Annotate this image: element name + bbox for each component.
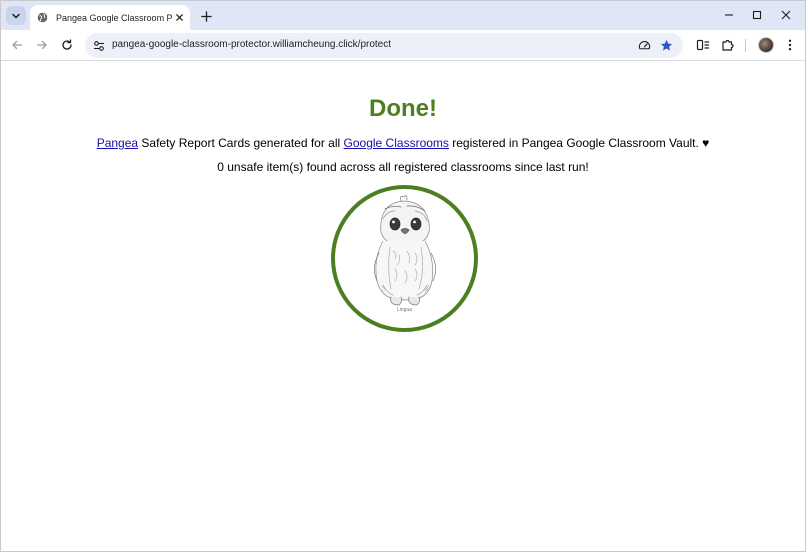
tab-title: Pangea Google Classroom Prot bbox=[56, 12, 172, 23]
tune-icon bbox=[94, 40, 104, 51]
reload-icon bbox=[62, 39, 72, 50]
google-classrooms-link[interactable]: Google Classrooms bbox=[344, 136, 449, 150]
star-icon bbox=[660, 39, 673, 51]
back-button[interactable] bbox=[9, 37, 25, 53]
plus-icon bbox=[200, 10, 212, 22]
toolbar: pangea-google-classroom-protector.willia… bbox=[1, 30, 805, 61]
forward-button[interactable] bbox=[34, 37, 50, 53]
page-heading: Done! bbox=[369, 95, 437, 122]
tab-strip: Pangea Google Classroom Prot bbox=[1, 1, 805, 30]
image-caption: Lingua bbox=[396, 307, 412, 313]
result-text: 0 unsafe item(s) found across all regist… bbox=[217, 160, 589, 174]
more-vert-icon bbox=[788, 39, 792, 51]
address-bar[interactable]: pangea-google-classroom-protector.willia… bbox=[85, 33, 683, 58]
summary-text-a: Safety Report Cards generated for all bbox=[138, 136, 344, 150]
bookmark-button[interactable] bbox=[659, 38, 674, 53]
site-info-button[interactable] bbox=[92, 39, 106, 52]
new-tab-button[interactable] bbox=[198, 8, 214, 24]
tab-close-button[interactable] bbox=[173, 11, 185, 23]
menu-button[interactable] bbox=[782, 37, 798, 53]
close-icon bbox=[175, 13, 183, 21]
tab-active[interactable]: Pangea Google Classroom Prot bbox=[30, 5, 190, 30]
profile-avatar[interactable] bbox=[758, 37, 774, 53]
close-window-button[interactable] bbox=[778, 8, 794, 22]
toolbar-divider bbox=[745, 39, 746, 52]
gauge-icon bbox=[638, 41, 651, 50]
reading-mode-button[interactable] bbox=[695, 37, 711, 53]
close-icon bbox=[781, 10, 791, 20]
puzzle-icon bbox=[722, 39, 734, 51]
summary-text: Pangea Safety Report Cards generated for… bbox=[1, 136, 805, 150]
tab-search-button[interactable] bbox=[6, 6, 26, 25]
chevron-down-icon bbox=[12, 13, 20, 18]
browser-window: Pangea Google Classroom Prot pangea-goog… bbox=[0, 0, 806, 552]
minimize-icon bbox=[725, 14, 733, 16]
arrow-right-icon bbox=[36, 40, 47, 50]
summary-text-b: registered in Pangea Google Classroom Va… bbox=[448, 136, 710, 150]
arrow-left-icon bbox=[12, 40, 23, 50]
maximize-icon bbox=[752, 10, 762, 20]
url-text: pangea-google-classroom-protector.willia… bbox=[112, 39, 392, 50]
extensions-button[interactable] bbox=[720, 37, 736, 53]
minimize-button[interactable] bbox=[721, 8, 737, 22]
performance-button[interactable] bbox=[637, 38, 652, 53]
page-content: Done! Pangea Safety Report Cards generat… bbox=[1, 62, 805, 551]
reload-button[interactable] bbox=[59, 37, 75, 53]
reading-mode-icon bbox=[696, 39, 710, 51]
mascot-badge: Lingua bbox=[331, 185, 478, 332]
maximize-button[interactable] bbox=[749, 8, 765, 22]
globe-icon bbox=[37, 12, 48, 23]
pangea-link[interactable]: Pangea bbox=[97, 136, 138, 150]
